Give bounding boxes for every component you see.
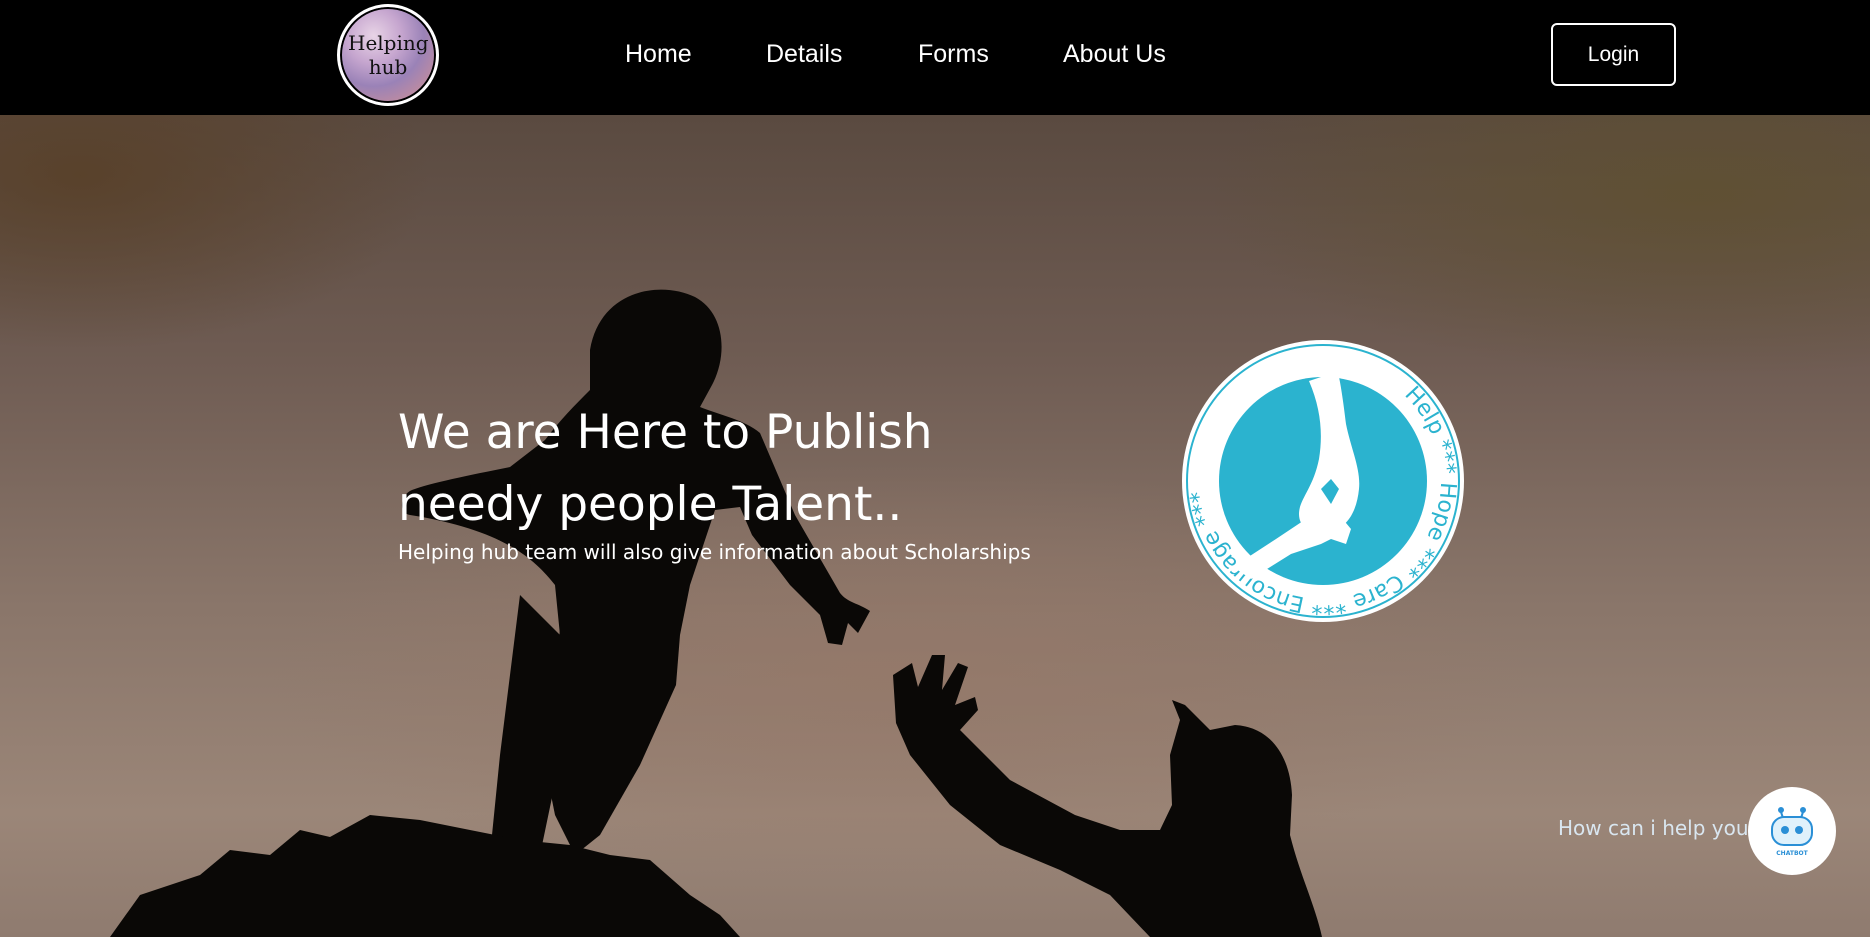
- logo-line2: hub: [368, 55, 408, 79]
- nav-details[interactable]: Details: [766, 38, 842, 70]
- hero-title: We are Here to Publish needy people Tale…: [398, 405, 933, 532]
- logo-text: Helping hub: [348, 31, 429, 79]
- hero-section: We are Here to Publish needy people Tale…: [0, 115, 1870, 937]
- robot-icon: CHATBOT: [1771, 807, 1813, 857]
- hero-subtitle: Helping hub team will also give informat…: [398, 540, 1031, 564]
- chatbot-button[interactable]: CHATBOT: [1748, 787, 1836, 875]
- navbar: Helping hub Home Details Forms About Us …: [0, 0, 1870, 115]
- login-button[interactable]: Login: [1551, 23, 1676, 86]
- logo-line1: Helping: [348, 31, 429, 55]
- nav-about-us[interactable]: About Us: [1063, 38, 1166, 70]
- nav-home[interactable]: Home: [625, 38, 692, 70]
- robot-icon-label: CHATBOT: [1776, 850, 1808, 857]
- logo[interactable]: Helping hub: [337, 4, 439, 106]
- nav-forms[interactable]: Forms: [918, 38, 989, 70]
- helping-hands-emblem: Help *** Hope *** Care *** Encourage ***…: [1181, 339, 1464, 622]
- chatbot-prompt[interactable]: How can i help you ?: [1558, 816, 1766, 840]
